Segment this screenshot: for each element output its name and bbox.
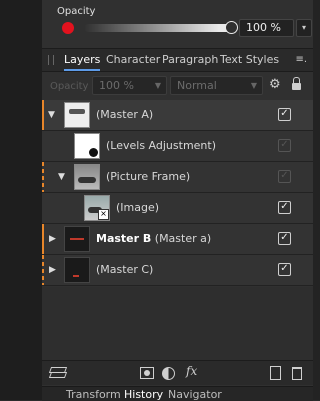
layers-studio-panel: Opacity 100 % ▾ Layers Character Paragra… (42, 0, 313, 401)
panel-grip-icon[interactable] (48, 55, 54, 65)
visibility-checkbox[interactable]: ✓ (278, 108, 291, 121)
layer-row-master-a[interactable]: ▼ (Master A) ✓ (42, 100, 313, 131)
gear-icon[interactable]: ⚙ (269, 77, 281, 92)
layer-opacity-select[interactable]: 100 % ▼ (92, 76, 167, 95)
layer-row-master-c[interactable]: ▶ (Master C) ✓ (42, 255, 313, 286)
visibility-checkbox[interactable]: ✓ (278, 263, 291, 276)
layer-name: (Levels Adjustment) (106, 139, 216, 152)
layer-name-suffix: (Master a) (151, 232, 212, 245)
expand-arrow-icon[interactable]: ▶ (49, 234, 56, 244)
picture-frame-thumb-icon (74, 164, 100, 190)
visibility-checkbox[interactable]: ✓ (278, 232, 291, 245)
tab-character[interactable]: Character (106, 49, 160, 71)
tab-layers[interactable]: Layers (64, 49, 101, 71)
layers-empty-area (42, 287, 313, 360)
right-edge (313, 0, 320, 400)
lock-icon[interactable] (292, 77, 301, 90)
layer-name: (Image) (116, 201, 160, 214)
master-c-thumb-icon (64, 257, 90, 283)
tab-history[interactable]: History (124, 388, 163, 401)
layers-toolbar: fx (42, 360, 313, 385)
layer-marker (42, 224, 44, 254)
layer-row-image[interactable]: × (Image) ✓ (42, 193, 313, 224)
image-thumb-icon: × (84, 195, 110, 221)
color-swatch[interactable] (62, 22, 74, 34)
tab-transform[interactable]: Transform (66, 388, 121, 401)
chevron-down-icon: ▼ (250, 81, 257, 90)
layer-name: (Picture Frame) (106, 170, 191, 183)
tab-navigator[interactable]: Navigator (168, 388, 222, 401)
visibility-checkbox[interactable]: ✓ (278, 139, 291, 152)
levels-adjustment-thumb-icon (74, 133, 100, 159)
layers-stack-icon[interactable] (48, 367, 68, 379)
studio-tabs: Layers Character Paragraph Text Styles ≡… (42, 48, 313, 72)
blend-mode-select[interactable]: Normal ▼ (170, 76, 263, 95)
panel-menu-icon[interactable]: ≡. (295, 49, 307, 71)
left-workspace-strip (0, 0, 42, 400)
layer-opacity-value: 100 % (99, 79, 134, 92)
opacity-dropdown-button[interactable]: ▾ (296, 19, 312, 37)
visibility-checkbox[interactable]: ✓ (278, 201, 291, 214)
layer-marker (42, 100, 44, 130)
layer-marker (42, 162, 44, 192)
fx-icon[interactable]: fx (186, 364, 197, 378)
layer-opacity-label: Opacity (50, 81, 89, 92)
tab-paragraph[interactable]: Paragraph (162, 49, 218, 71)
layer-name-bold: Master B (96, 232, 152, 245)
expand-arrow-icon[interactable]: ▼ (58, 172, 65, 182)
layer-row-levels-adjustment[interactable]: (Levels Adjustment) ✓ (42, 131, 313, 162)
new-layer-icon[interactable] (270, 366, 281, 380)
bottom-studio-tabs: Transform History Navigator (42, 386, 313, 401)
tab-text-styles[interactable]: Text Styles (220, 49, 279, 71)
expand-arrow-icon[interactable]: ▶ (49, 265, 56, 275)
adjustment-icon[interactable] (162, 367, 175, 380)
opacity-slider[interactable] (84, 24, 234, 32)
chevron-down-icon: ▼ (154, 81, 161, 90)
layer-row-master-b[interactable]: ▶ Master B (Master a) ✓ (42, 224, 313, 255)
layer-marker (42, 255, 44, 285)
layer-name: Master B (Master a) (96, 232, 211, 245)
landscape-thumb-icon (64, 102, 90, 128)
master-b-thumb-icon (64, 226, 90, 252)
opacity-value-field[interactable]: 100 % (239, 19, 294, 37)
expand-arrow-icon[interactable]: ▼ (48, 110, 55, 120)
layer-row-picture-frame[interactable]: ▼ (Picture Frame) ✓ (42, 162, 313, 193)
trash-icon[interactable] (292, 367, 302, 380)
layer-name: (Master A) (96, 108, 154, 121)
blend-mode-value: Normal (177, 79, 217, 92)
opacity-slider-thumb[interactable] (225, 21, 238, 34)
mask-icon[interactable] (140, 367, 154, 379)
visibility-checkbox[interactable]: ✓ (278, 170, 291, 183)
layer-name: (Master C) (96, 263, 154, 276)
opacity-label: Opacity (57, 6, 96, 17)
